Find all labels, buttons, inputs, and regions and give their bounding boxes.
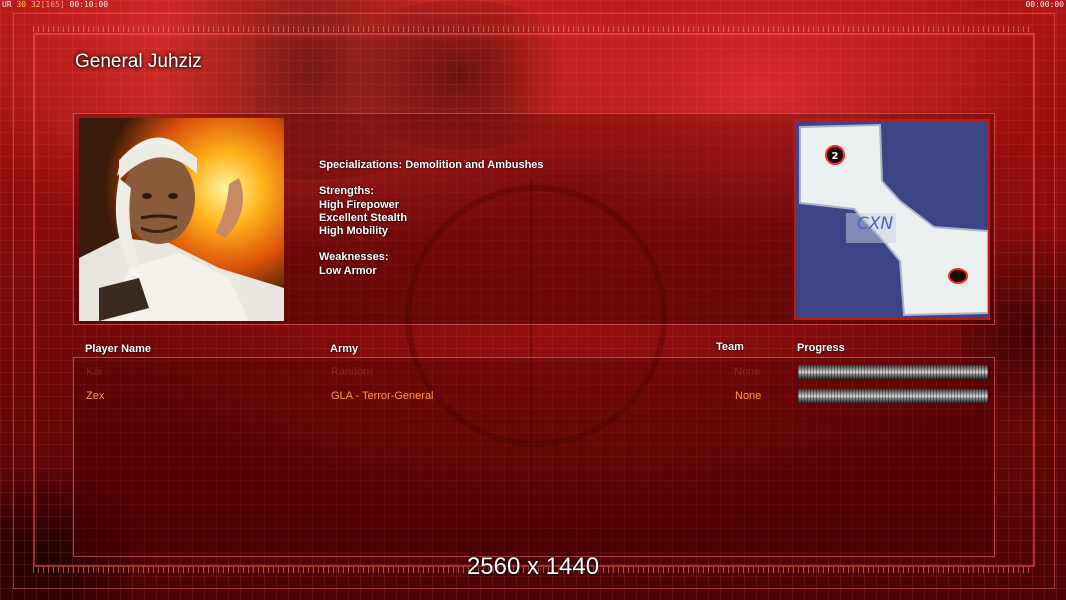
hud-prefix: UR [2, 0, 12, 9]
progress-bar [798, 365, 988, 379]
strength-item: High Firepower [319, 198, 400, 211]
team-cell: None [735, 390, 762, 402]
resolution-label: 2560 x 1440 [466, 553, 600, 580]
column-header-army: Army [330, 343, 359, 355]
column-header-player-name: Player Name [85, 343, 152, 355]
general-name: General Juhziz [75, 51, 202, 72]
column-header-progress: Progress [797, 342, 845, 354]
progress-bar [798, 389, 988, 403]
hud-bracket: [165] [40, 0, 65, 9]
weaknesses-title: Weaknesses: [319, 251, 389, 264]
hud-time: 00:10:00 [69, 0, 109, 9]
team-cell: None [734, 366, 761, 378]
minimap-center-label: CXN [857, 214, 894, 234]
top-ruler [33, 26, 1031, 32]
hud-fps: 30 [16, 0, 27, 9]
army-cell: Random [331, 366, 373, 378]
weakness-item: Low Armor [319, 264, 377, 277]
army-cell: GLA - Terror-General [331, 390, 434, 402]
hud-stats: UR 30 32[165] 00:10:00 [2, 0, 108, 9]
minimap: CXN 2 [794, 119, 990, 320]
hud-frames: 32 [30, 0, 41, 9]
player-name-cell: Kai [86, 366, 102, 378]
start-marker-icon [948, 268, 968, 284]
start-marker-label: 2 [832, 151, 839, 162]
general-portrait [79, 118, 284, 321]
players-panel [73, 357, 995, 557]
specializations-text: Specializations: Demolition and Ambushes [319, 159, 544, 171]
column-header-team: Team [716, 341, 744, 353]
strength-item: High Mobility [319, 225, 389, 238]
player-name-cell: Zex [86, 390, 105, 402]
strength-item: Excellent Stealth [319, 211, 408, 224]
hud-clock: 00:00:00 [1025, 0, 1064, 9]
general-description: Specializations: Demolition and Ambushes… [319, 159, 544, 278]
strengths-title: Strengths: [319, 185, 374, 198]
